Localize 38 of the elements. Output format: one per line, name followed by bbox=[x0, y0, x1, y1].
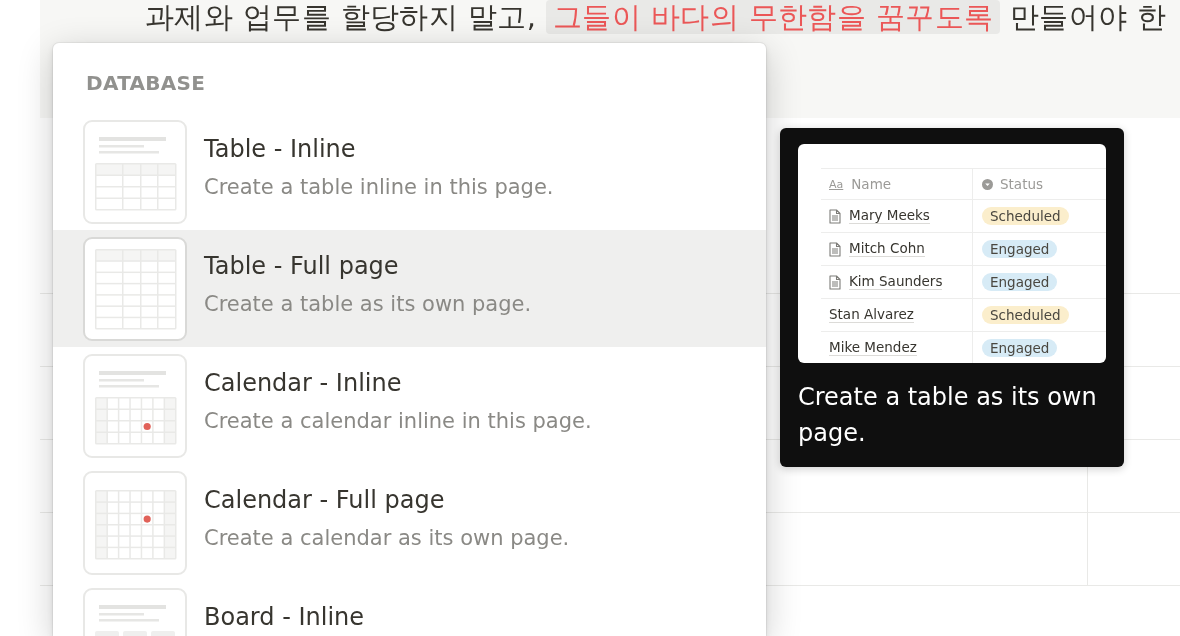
menu-item-title: Board - Inline bbox=[204, 602, 365, 633]
menu-item-description: Create a table inline in this page. bbox=[204, 174, 554, 201]
status-tag: Engaged bbox=[982, 240, 1058, 258]
tooltip-text: Create a table as its own page. bbox=[798, 382, 1098, 449]
row-name: Kim Saunders bbox=[849, 274, 943, 290]
menu-section-header: DATABASE bbox=[86, 71, 206, 95]
menu-item[interactable]: Calendar - Inline Create a calendar inline in this page. bbox=[53, 347, 766, 464]
status-tag: Engaged bbox=[982, 339, 1058, 357]
menu-item-title: Calendar - Inline bbox=[204, 368, 402, 399]
menu-item[interactable]: Table - Inline Create a table inline in this page. bbox=[53, 113, 766, 230]
status-tag: Scheduled bbox=[982, 207, 1069, 225]
table-thumbnail-icon bbox=[83, 120, 187, 224]
row-name: Mary Meeks bbox=[849, 208, 930, 224]
document-icon bbox=[829, 208, 841, 224]
menu-item[interactable]: Board - Inline bbox=[53, 581, 766, 636]
menu-item-description: Create a table as its own page. bbox=[204, 291, 532, 318]
column-header: Status bbox=[1000, 176, 1044, 192]
chevron-circle-icon bbox=[982, 178, 993, 190]
calendar-thumbnail-icon bbox=[83, 471, 187, 575]
menu-item-title: Table - Full page bbox=[204, 251, 399, 282]
menu-item-description: Create a calendar as its own page. bbox=[204, 525, 570, 552]
menu-item[interactable]: Calendar - Full page Create a calendar as its own page. bbox=[53, 464, 766, 581]
menu-item[interactable]: Table - Full page Create a table as its own page. bbox=[53, 230, 766, 347]
table-thumbnail-icon bbox=[83, 237, 187, 341]
menu-item-description: Create a calendar inline in this page. bbox=[204, 408, 592, 435]
column-header: Name bbox=[851, 176, 892, 192]
property-type-label: Aa bbox=[829, 177, 844, 191]
row-name: Mitch Cohn bbox=[849, 241, 925, 257]
menu-item-title: Table - Inline bbox=[204, 134, 356, 165]
quote-text: 과제와 업무를 할당하지 말고, 그들이 바다의 무한함을 꿈꾸도록 만들어야 한 bbox=[145, 0, 1167, 34]
status-tag: Scheduled bbox=[982, 306, 1069, 324]
menu-item-title: Calendar - Full page bbox=[204, 485, 445, 516]
calendar-thumbnail-icon bbox=[83, 354, 187, 458]
document-icon bbox=[829, 274, 841, 290]
document-icon bbox=[829, 241, 841, 257]
status-tag: Engaged bbox=[982, 273, 1058, 291]
row-name: Mike Mendez bbox=[829, 340, 917, 356]
row-name: Stan Alvarez bbox=[829, 307, 914, 323]
